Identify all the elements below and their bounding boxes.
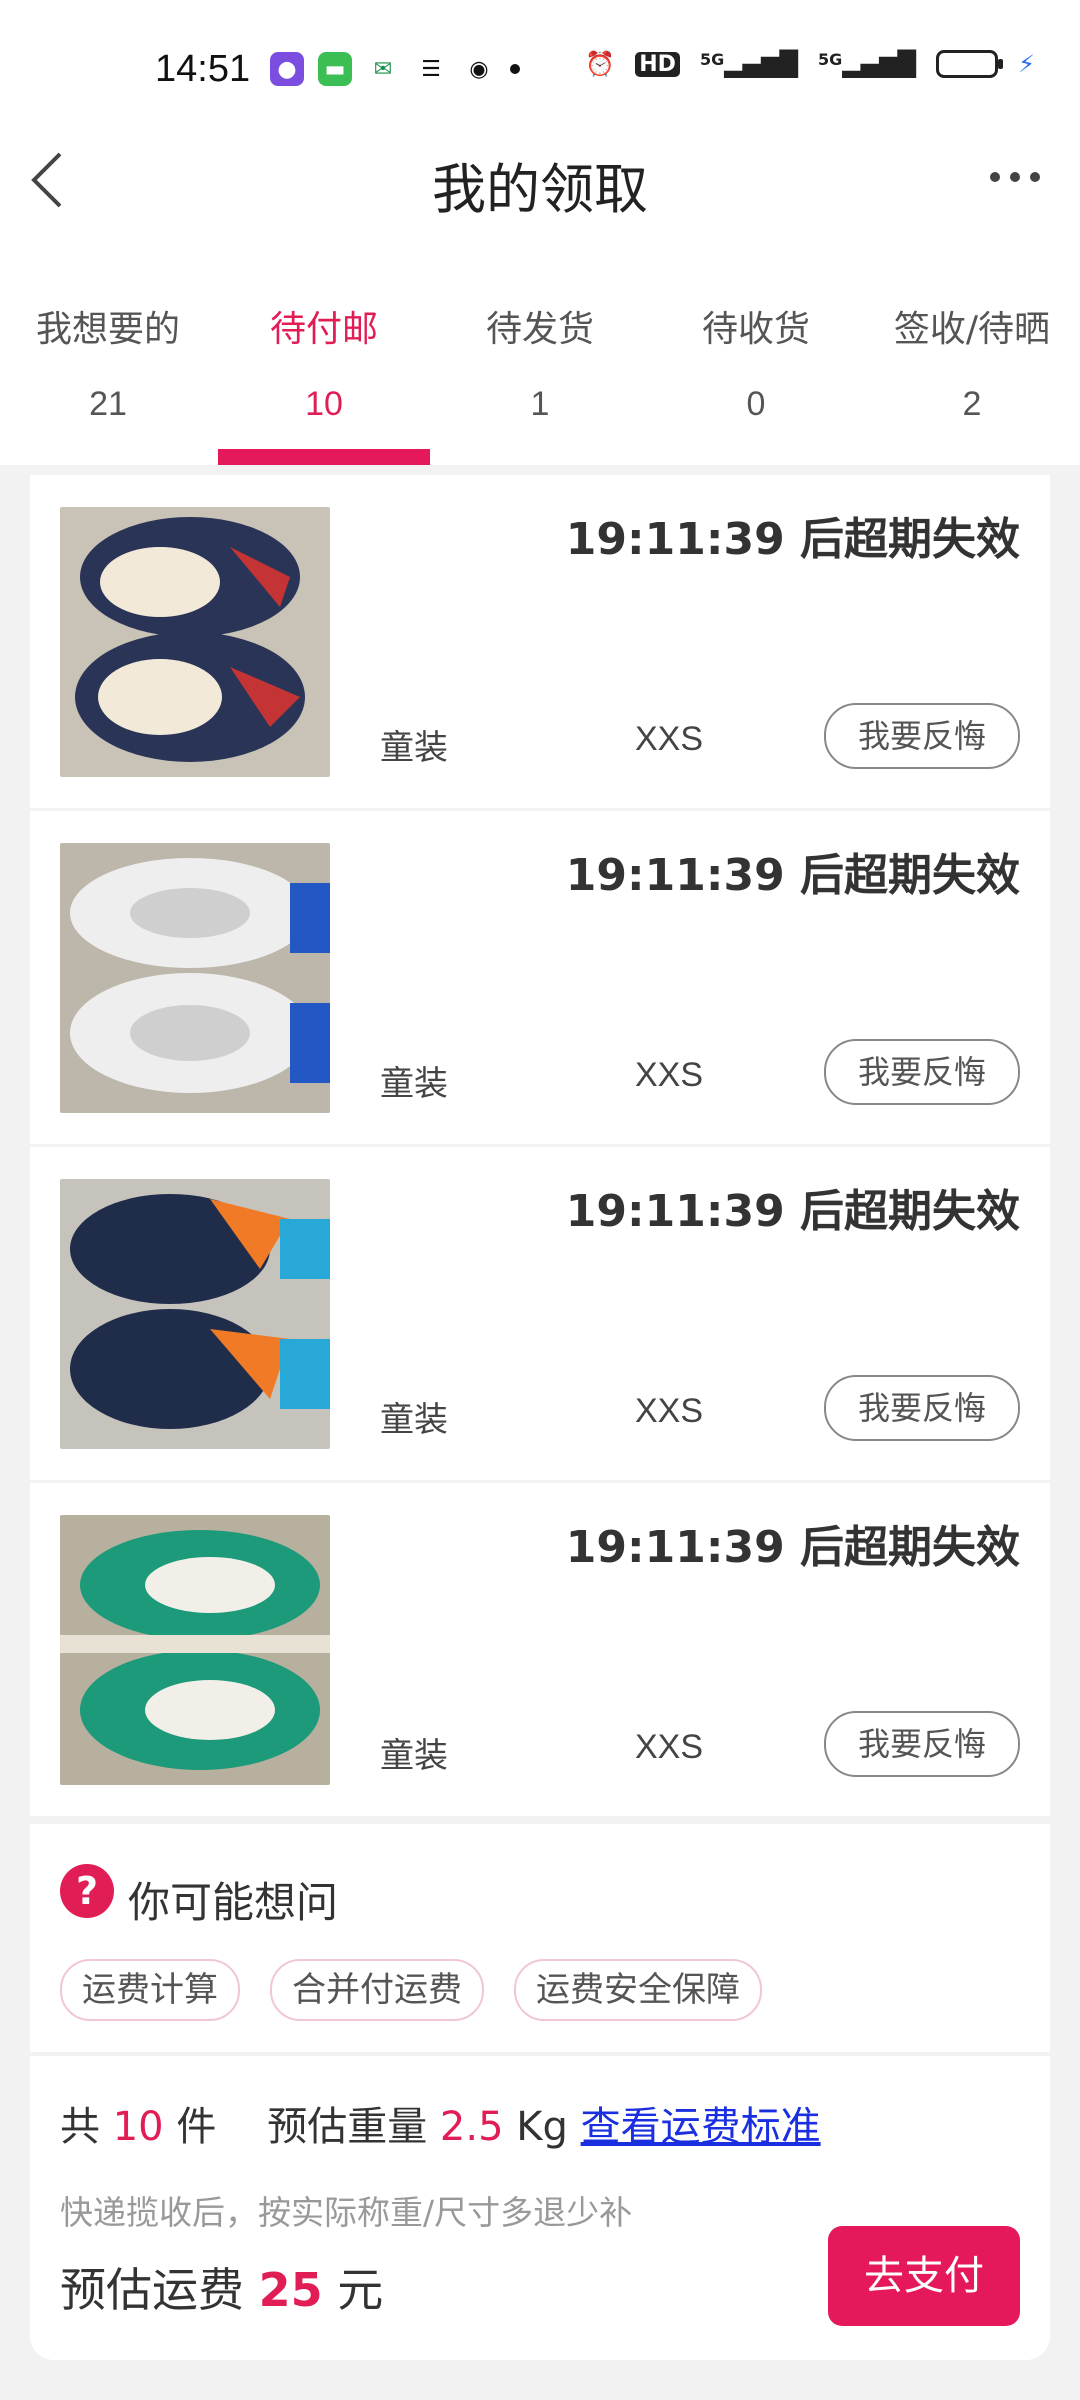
pay-button[interactable]: 去支付 xyxy=(828,2226,1020,2326)
checkout-summary: 共 10 件 预估重量 2.5 Kg 查看运费标准 快递揽收后，按实际称重/尺寸… xyxy=(30,2056,1050,2360)
weight-unit: Kg xyxy=(516,2104,568,2150)
post-app-icon: ✉ xyxy=(366,52,400,86)
item-category: 童装 xyxy=(380,1064,448,1104)
expiry-timer: 19:11:39 后超期失效 xyxy=(565,850,1020,901)
signal-icon-1: 5G▂▄▆█ xyxy=(699,50,799,78)
tab-label: 待收货 xyxy=(701,309,810,350)
list-item[interactable]: 19:11:39 后超期失效 童装 XXS 我要反悔 xyxy=(30,811,1050,1144)
item-size: XXS xyxy=(635,1056,704,1094)
message-app-icon: ▬ xyxy=(318,52,352,86)
tab-wanted[interactable]: 我想要的 21 xyxy=(0,280,216,465)
product-image[interactable] xyxy=(60,843,330,1113)
tab-indicator xyxy=(218,449,430,465)
item-category: 童装 xyxy=(380,728,448,768)
regret-button[interactable]: 我要反悔 xyxy=(824,1375,1020,1441)
item-size: XXS xyxy=(635,1728,704,1766)
hd-icon: HD xyxy=(635,51,680,77)
tab-pending-shipment[interactable]: 待发货 1 xyxy=(432,280,648,465)
alarm-icon: ⏰ xyxy=(585,50,616,78)
list-item[interactable]: 19:11:39 后超期失效 童装 XXS 我要反悔 xyxy=(30,1483,1050,1816)
faq-chip-shipping-safety[interactable]: 运费安全保障 xyxy=(514,1959,762,2021)
fee-label: 预估运费 xyxy=(60,2263,244,2317)
expiry-timer: 19:11:39 后超期失效 xyxy=(565,514,1020,565)
tab-count: 1 xyxy=(530,385,550,423)
product-image[interactable] xyxy=(60,507,330,777)
notification-icons: ● ▬ ✉ ☰ ◉ xyxy=(270,52,520,86)
question-icon: ? xyxy=(60,1864,114,1918)
faq-chips: 运费计算 合并付运费 运费安全保障 xyxy=(60,1959,762,2021)
item-category: 童装 xyxy=(380,1400,448,1440)
faq-section: ? 你可能想问 运费计算 合并付运费 运费安全保障 xyxy=(30,1824,1050,2052)
tab-count: 2 xyxy=(962,385,982,423)
tab-signed-share[interactable]: 签收/待晒 2 xyxy=(864,280,1080,465)
tab-pending-receipt[interactable]: 待收货 0 xyxy=(648,280,864,465)
weight-note: 快递揽收后，按实际称重/尺寸多退少补 xyxy=(60,2193,633,2232)
list-item[interactable]: 19:11:39 后超期失效 童装 XXS 我要反悔 xyxy=(30,475,1050,808)
signal-icon-2: 5G▂▄▆█ xyxy=(818,50,917,78)
tab-count: 10 xyxy=(305,385,343,423)
shipping-standard-link[interactable]: 查看运费标准 xyxy=(581,2104,821,2150)
tab-label: 签收/待晒 xyxy=(893,309,1051,350)
item-list: 19:11:39 后超期失效 童装 XXS 我要反悔 19:11:39 后超期失… xyxy=(30,475,1050,1819)
tab-label: 我想要的 xyxy=(35,309,180,350)
tab-count: 0 xyxy=(746,385,766,423)
expiry-timer: 19:11:39 后超期失效 xyxy=(565,1522,1020,1573)
expiry-timer: 19:11:39 后超期失效 xyxy=(565,1186,1020,1237)
status-bar: 14:51 ● ▬ ✉ ☰ ◉ ⏰ HD 5G▂▄▆█ 5G▂▄▆█ ⚡ xyxy=(0,0,1080,140)
faq-title: 你可能想问 xyxy=(128,1878,339,1927)
total-count: 10 xyxy=(112,2104,164,2150)
more-notifications-dot xyxy=(510,64,520,74)
regret-button[interactable]: 我要反悔 xyxy=(824,703,1020,769)
meeting-app-icon: ● xyxy=(270,52,304,86)
status-tabs: 我想要的 21 待付邮 10 待发货 1 待收货 0 签收/待晒 2 xyxy=(0,280,1080,465)
product-image[interactable] xyxy=(60,1179,330,1449)
item-category: 童装 xyxy=(380,1736,448,1776)
page-title: 我的领取 xyxy=(432,158,648,221)
battery-icon xyxy=(936,50,1004,78)
regret-button[interactable]: 我要反悔 xyxy=(824,1039,1020,1105)
product-image[interactable] xyxy=(60,1515,330,1785)
total-prefix: 共 xyxy=(60,2104,100,2150)
item-size: XXS xyxy=(635,1392,704,1430)
charging-icon: ⚡ xyxy=(1018,50,1035,78)
system-icons: ⏰ HD 5G▂▄▆█ 5G▂▄▆█ ⚡ xyxy=(585,50,1035,78)
weight-value: 2.5 xyxy=(439,2104,504,2150)
more-options-icon[interactable] xyxy=(990,172,1040,182)
status-time: 14:51 xyxy=(155,48,251,90)
faq-chip-merge-shipping[interactable]: 合并付运费 xyxy=(270,1959,484,2021)
total-line: 共 10 件 预估重量 2.5 Kg 查看运费标准 xyxy=(60,2094,821,2152)
list-item[interactable]: 19:11:39 后超期失效 童装 XXS 我要反悔 xyxy=(30,1147,1050,1480)
tab-count: 21 xyxy=(89,385,127,423)
weight-label: 预估重量 xyxy=(267,2104,428,2150)
regret-button[interactable]: 我要反悔 xyxy=(824,1711,1020,1777)
total-unit: 件 xyxy=(176,2104,217,2150)
faq-chip-shipping-calc[interactable]: 运费计算 xyxy=(60,1959,240,2021)
fee-unit: 元 xyxy=(337,2263,384,2317)
fee-value: 25 xyxy=(258,2263,323,2317)
wechat-icon: ◉ xyxy=(462,52,496,86)
tab-pending-postage[interactable]: 待付邮 10 xyxy=(216,280,432,465)
item-size: XXS xyxy=(635,720,704,758)
taobao-icon: ☰ xyxy=(414,52,448,86)
tab-label: 待付邮 xyxy=(269,309,378,350)
fee-line: 预估运费 25 元 xyxy=(60,2254,383,2320)
tab-label: 待发货 xyxy=(485,309,594,350)
